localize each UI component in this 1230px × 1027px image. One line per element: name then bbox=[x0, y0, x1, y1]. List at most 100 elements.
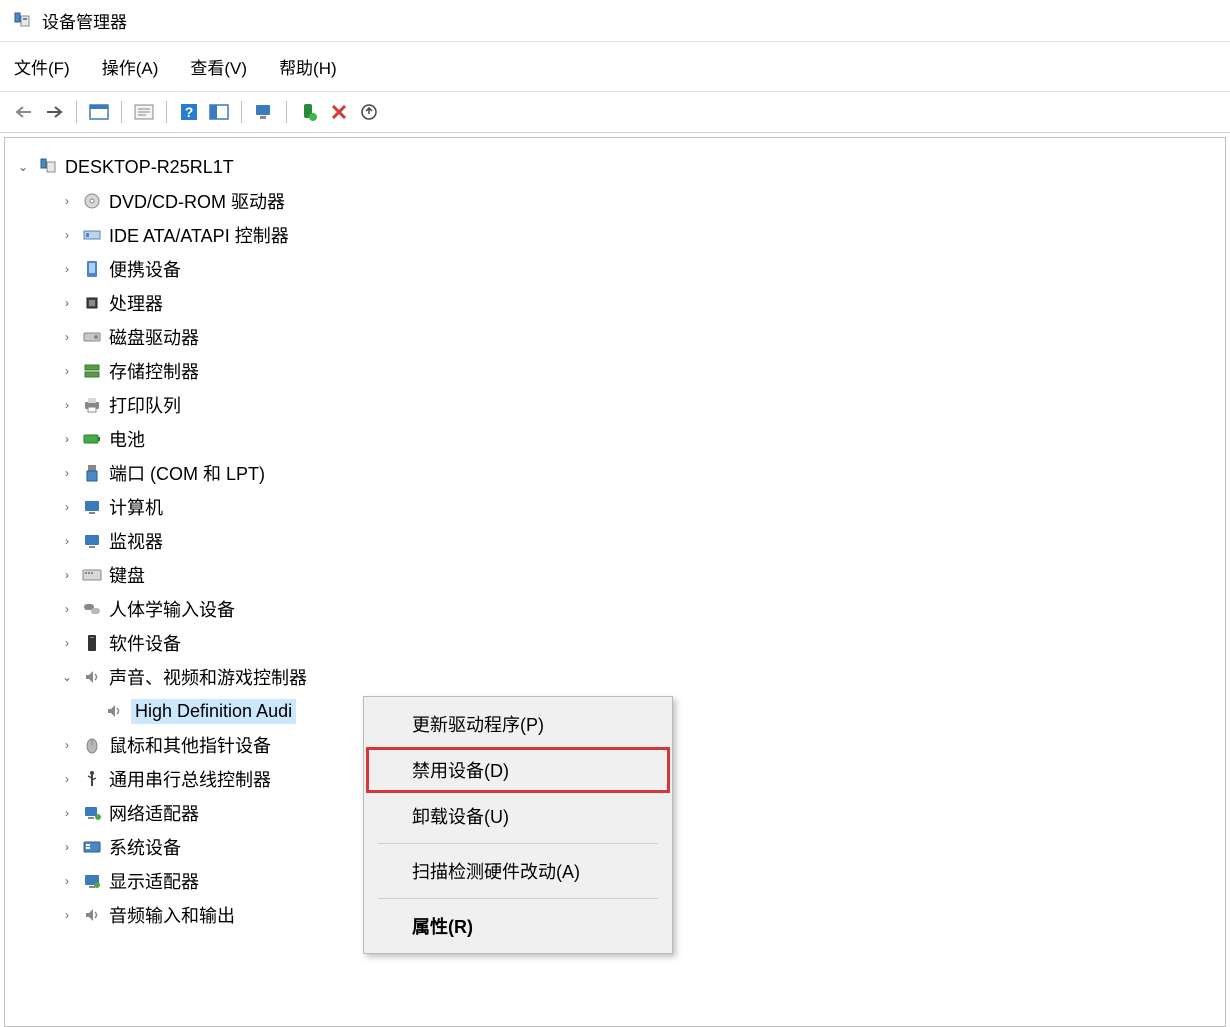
tree-node-sound[interactable]: ⌄ 声音、视频和游戏控制器 bbox=[59, 660, 1215, 694]
expand-caret[interactable]: › bbox=[59, 738, 75, 752]
node-label: 网络适配器 bbox=[109, 800, 199, 826]
expand-caret[interactable]: › bbox=[59, 874, 75, 888]
node-label: High Definition Audi bbox=[131, 699, 296, 724]
expand-caret[interactable]: › bbox=[59, 840, 75, 854]
menu-view[interactable]: 查看(V) bbox=[188, 50, 249, 83]
expand-caret[interactable]: › bbox=[59, 908, 75, 922]
expand-caret[interactable]: › bbox=[59, 194, 75, 208]
network-icon bbox=[81, 802, 103, 824]
sound-icon bbox=[81, 666, 103, 688]
forward-button[interactable] bbox=[40, 98, 68, 126]
tree-node-portable[interactable]: › 便携设备 bbox=[59, 252, 1215, 286]
port-icon bbox=[81, 462, 103, 484]
disc-icon bbox=[81, 190, 103, 212]
node-label: 磁盘驱动器 bbox=[109, 324, 199, 350]
ctx-scan-hardware[interactable]: 扫描检测硬件改动(A) bbox=[366, 848, 670, 894]
app-icon bbox=[12, 11, 32, 31]
expand-caret[interactable]: › bbox=[59, 330, 75, 344]
expand-caret[interactable]: › bbox=[59, 432, 75, 446]
toolbar-separator bbox=[76, 101, 77, 123]
expand-caret[interactable]: › bbox=[59, 602, 75, 616]
node-label: 便携设备 bbox=[109, 256, 181, 282]
node-label: 端口 (COM 和 LPT) bbox=[109, 460, 265, 486]
properties-button[interactable] bbox=[130, 98, 158, 126]
display-icon bbox=[81, 870, 103, 892]
printer-icon bbox=[81, 394, 103, 416]
expand-caret[interactable]: › bbox=[59, 534, 75, 548]
tree-node-battery[interactable]: › 电池 bbox=[59, 422, 1215, 456]
node-label: DVD/CD-ROM 驱动器 bbox=[109, 188, 285, 214]
ctx-update-driver[interactable]: 更新驱动程序(P) bbox=[366, 701, 670, 747]
expand-caret[interactable]: › bbox=[59, 500, 75, 514]
node-label: 电池 bbox=[109, 426, 145, 452]
expand-caret[interactable]: › bbox=[59, 228, 75, 242]
computer-icon bbox=[81, 496, 103, 518]
uninstall-button[interactable] bbox=[325, 98, 353, 126]
tree-node-monitor[interactable]: › 监视器 bbox=[59, 524, 1215, 558]
node-label: 人体学输入设备 bbox=[109, 596, 235, 622]
node-label: 声音、视频和游戏控制器 bbox=[109, 664, 307, 690]
tree-node-keyboard[interactable]: › 键盘 bbox=[59, 558, 1215, 592]
back-button[interactable] bbox=[10, 98, 38, 126]
expand-caret[interactable]: › bbox=[59, 466, 75, 480]
expand-caret[interactable]: › bbox=[59, 262, 75, 276]
expand-caret[interactable]: › bbox=[59, 296, 75, 310]
root-label: DESKTOP-R25RL1T bbox=[65, 157, 234, 178]
ctx-disable-device[interactable]: 禁用设备(D) bbox=[366, 747, 670, 793]
menu-file[interactable]: 文件(F) bbox=[12, 50, 72, 83]
ctx-properties[interactable]: 属性(R) bbox=[366, 903, 670, 949]
computer-icon bbox=[37, 156, 59, 178]
expand-caret[interactable]: ⌄ bbox=[59, 670, 75, 684]
show-hide-tree-button[interactable] bbox=[205, 98, 233, 126]
expand-caret[interactable]: › bbox=[59, 636, 75, 650]
monitor-icon bbox=[81, 530, 103, 552]
update-driver-button[interactable] bbox=[355, 98, 383, 126]
expand-caret[interactable]: › bbox=[59, 398, 75, 412]
system-icon bbox=[81, 836, 103, 858]
titlebar: 设备管理器 bbox=[0, 0, 1230, 42]
tree-node-ide[interactable]: › IDE ATA/ATAPI 控制器 bbox=[59, 218, 1215, 252]
ctx-uninstall-device[interactable]: 卸载设备(U) bbox=[366, 793, 670, 839]
expand-caret[interactable]: ⌄ bbox=[15, 160, 31, 174]
tree-root[interactable]: ⌄ DESKTOP-R25RL1T bbox=[15, 150, 1215, 184]
mouse-icon bbox=[81, 734, 103, 756]
show-hide-console-button[interactable] bbox=[85, 98, 113, 126]
tree-node-storage[interactable]: › 存储控制器 bbox=[59, 354, 1215, 388]
tree-node-printer[interactable]: › 打印队列 bbox=[59, 388, 1215, 422]
toolbar: ? bbox=[0, 92, 1230, 133]
disk-icon bbox=[81, 326, 103, 348]
ctx-separator bbox=[378, 843, 658, 844]
node-label: 计算机 bbox=[109, 494, 163, 520]
help-button[interactable]: ? bbox=[175, 98, 203, 126]
toolbar-separator bbox=[166, 101, 167, 123]
cpu-icon bbox=[81, 292, 103, 314]
tree-node-computer[interactable]: › 计算机 bbox=[59, 490, 1215, 524]
hid-icon bbox=[81, 598, 103, 620]
sound-icon bbox=[103, 700, 125, 722]
expand-caret[interactable]: › bbox=[59, 772, 75, 786]
expand-caret[interactable]: › bbox=[59, 806, 75, 820]
expand-caret[interactable]: › bbox=[59, 364, 75, 378]
scan-hardware-button[interactable] bbox=[250, 98, 278, 126]
enable-button[interactable] bbox=[295, 98, 323, 126]
node-label: 音频输入和输出 bbox=[109, 902, 235, 928]
context-menu: 更新驱动程序(P) 禁用设备(D) 卸载设备(U) 扫描检测硬件改动(A) 属性… bbox=[363, 696, 673, 954]
menu-action[interactable]: 操作(A) bbox=[100, 50, 161, 83]
node-label: 通用串行总线控制器 bbox=[109, 766, 271, 792]
tree-node-software[interactable]: › 软件设备 bbox=[59, 626, 1215, 660]
menubar: 文件(F) 操作(A) 查看(V) 帮助(H) bbox=[0, 42, 1230, 92]
menu-help[interactable]: 帮助(H) bbox=[277, 50, 339, 83]
tree-node-disk[interactable]: › 磁盘驱动器 bbox=[59, 320, 1215, 354]
tree-node-cpu[interactable]: › 处理器 bbox=[59, 286, 1215, 320]
tree-node-dvd[interactable]: › DVD/CD-ROM 驱动器 bbox=[59, 184, 1215, 218]
node-label: 显示适配器 bbox=[109, 868, 199, 894]
ctx-separator bbox=[378, 898, 658, 899]
expand-caret[interactable]: › bbox=[59, 568, 75, 582]
tree-node-hid[interactable]: › 人体学输入设备 bbox=[59, 592, 1215, 626]
node-label: 键盘 bbox=[109, 562, 145, 588]
node-label: 监视器 bbox=[109, 528, 163, 554]
node-label: 存储控制器 bbox=[109, 358, 199, 384]
ide-icon bbox=[81, 224, 103, 246]
tree-node-ports[interactable]: › 端口 (COM 和 LPT) bbox=[59, 456, 1215, 490]
battery-icon bbox=[81, 428, 103, 450]
